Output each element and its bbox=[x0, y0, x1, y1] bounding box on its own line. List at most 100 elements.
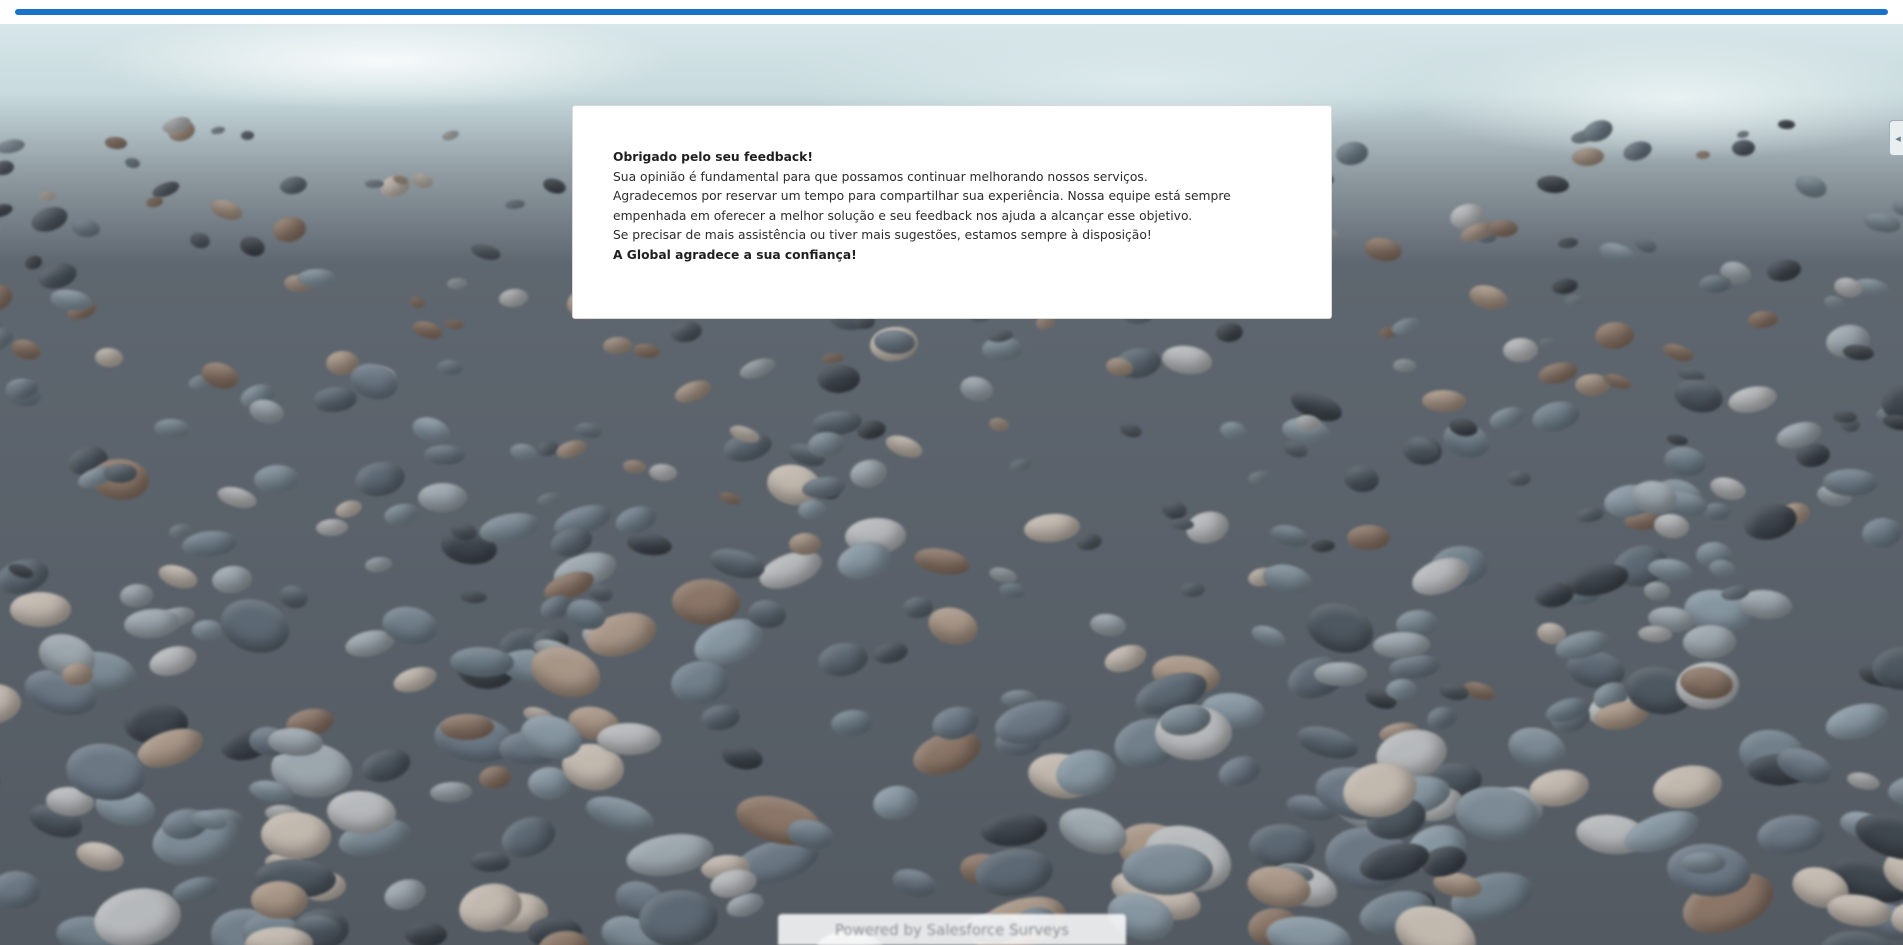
pebble bbox=[883, 431, 926, 462]
pebble bbox=[1425, 704, 1460, 733]
pebble bbox=[1362, 234, 1404, 265]
pebble bbox=[404, 921, 448, 945]
pebble bbox=[717, 490, 743, 507]
pebble bbox=[1666, 432, 1689, 446]
pebble bbox=[1342, 464, 1382, 495]
pebble bbox=[1248, 823, 1316, 869]
pebble bbox=[1502, 337, 1540, 364]
pebble bbox=[1747, 309, 1779, 330]
pebble bbox=[1845, 769, 1881, 792]
pebble bbox=[391, 662, 441, 697]
pebble bbox=[210, 564, 253, 596]
message-line-2: Agradecemos por reservar um tempo para c… bbox=[613, 189, 1231, 223]
pebble bbox=[469, 241, 502, 262]
pebble bbox=[1682, 623, 1737, 660]
message-closing: A Global agradece a sua confiança! bbox=[613, 247, 857, 262]
pebble bbox=[889, 864, 940, 903]
pebble bbox=[237, 232, 268, 259]
pebble bbox=[271, 214, 309, 245]
pebble bbox=[1637, 625, 1672, 644]
pebble bbox=[979, 809, 1050, 849]
pebble bbox=[38, 189, 57, 202]
pebble bbox=[278, 175, 309, 197]
pebble bbox=[988, 416, 1011, 434]
pebble bbox=[443, 319, 465, 331]
progress-track bbox=[0, 0, 1903, 24]
pebble bbox=[508, 442, 538, 463]
pebble bbox=[870, 782, 921, 823]
pebble bbox=[1823, 294, 1845, 310]
message-line-3: Se precisar de mais assistência ou tiver… bbox=[613, 228, 1152, 242]
pebble bbox=[1765, 257, 1803, 284]
survey-thank-you-page: Obrigado pelo seu feedback! Sua opinião … bbox=[0, 0, 1903, 945]
pebble bbox=[332, 497, 364, 521]
pebble bbox=[315, 518, 349, 538]
pebble bbox=[436, 359, 465, 377]
pebble bbox=[1597, 239, 1638, 267]
pebble bbox=[821, 352, 845, 364]
pebble bbox=[573, 420, 603, 440]
pebble bbox=[423, 444, 466, 465]
pebble bbox=[622, 458, 647, 474]
pebble bbox=[1792, 171, 1831, 202]
pebble bbox=[988, 564, 1019, 586]
pebble bbox=[73, 837, 128, 876]
pebble bbox=[1314, 662, 1367, 687]
pebble bbox=[0, 137, 26, 156]
pebble bbox=[0, 681, 23, 727]
pebble bbox=[0, 869, 42, 910]
pebble bbox=[1122, 843, 1214, 895]
pebble bbox=[1118, 421, 1144, 440]
pebble bbox=[477, 763, 513, 792]
pebble bbox=[699, 702, 742, 733]
pebble bbox=[1160, 342, 1213, 377]
pebble bbox=[407, 294, 427, 310]
pebble bbox=[1861, 210, 1903, 235]
thank-you-card: Obrigado pelo seu feedback! Sua opinião … bbox=[572, 105, 1332, 319]
pebble bbox=[446, 277, 468, 290]
pebble bbox=[417, 482, 467, 513]
pebble bbox=[1860, 516, 1903, 550]
pebble bbox=[357, 744, 415, 788]
pebble bbox=[351, 457, 408, 501]
pebble bbox=[1661, 443, 1710, 479]
pebble bbox=[0, 225, 1, 241]
pebble bbox=[119, 582, 155, 608]
pebble bbox=[912, 544, 972, 580]
pebble bbox=[1294, 415, 1320, 433]
pebble bbox=[440, 713, 495, 740]
pebble bbox=[253, 463, 301, 495]
pebble bbox=[0, 202, 14, 221]
pebble bbox=[1214, 750, 1266, 793]
pebble bbox=[1891, 197, 1903, 219]
powered-by-footer: Powered by Salesforce Surveys bbox=[778, 914, 1126, 945]
pebble bbox=[1539, 338, 1557, 348]
pebble bbox=[847, 456, 890, 491]
pebble bbox=[0, 345, 2, 381]
pebble bbox=[815, 639, 871, 681]
pebble bbox=[1777, 120, 1795, 130]
pebble bbox=[1487, 219, 1519, 238]
pebble bbox=[1633, 235, 1659, 255]
side-panel-toggle[interactable]: ◂ bbox=[1889, 120, 1903, 156]
pebble bbox=[71, 218, 101, 239]
pebble bbox=[1009, 456, 1033, 473]
pebble bbox=[625, 531, 674, 558]
pebble bbox=[35, 258, 80, 293]
pebble bbox=[1506, 470, 1531, 487]
pebble bbox=[22, 253, 44, 272]
pebble bbox=[1300, 595, 1380, 662]
pebble bbox=[1573, 506, 1605, 525]
pebble bbox=[648, 463, 679, 483]
pebble bbox=[459, 589, 488, 604]
pebble bbox=[1755, 811, 1828, 858]
pebble bbox=[997, 581, 1026, 600]
pebble bbox=[1736, 129, 1751, 140]
pebble bbox=[504, 198, 526, 211]
pebble bbox=[582, 789, 658, 841]
pebble bbox=[1535, 174, 1570, 194]
pebble bbox=[1886, 771, 1903, 809]
pebble bbox=[1620, 138, 1655, 165]
pebble bbox=[1260, 560, 1315, 599]
pebble bbox=[28, 202, 71, 236]
